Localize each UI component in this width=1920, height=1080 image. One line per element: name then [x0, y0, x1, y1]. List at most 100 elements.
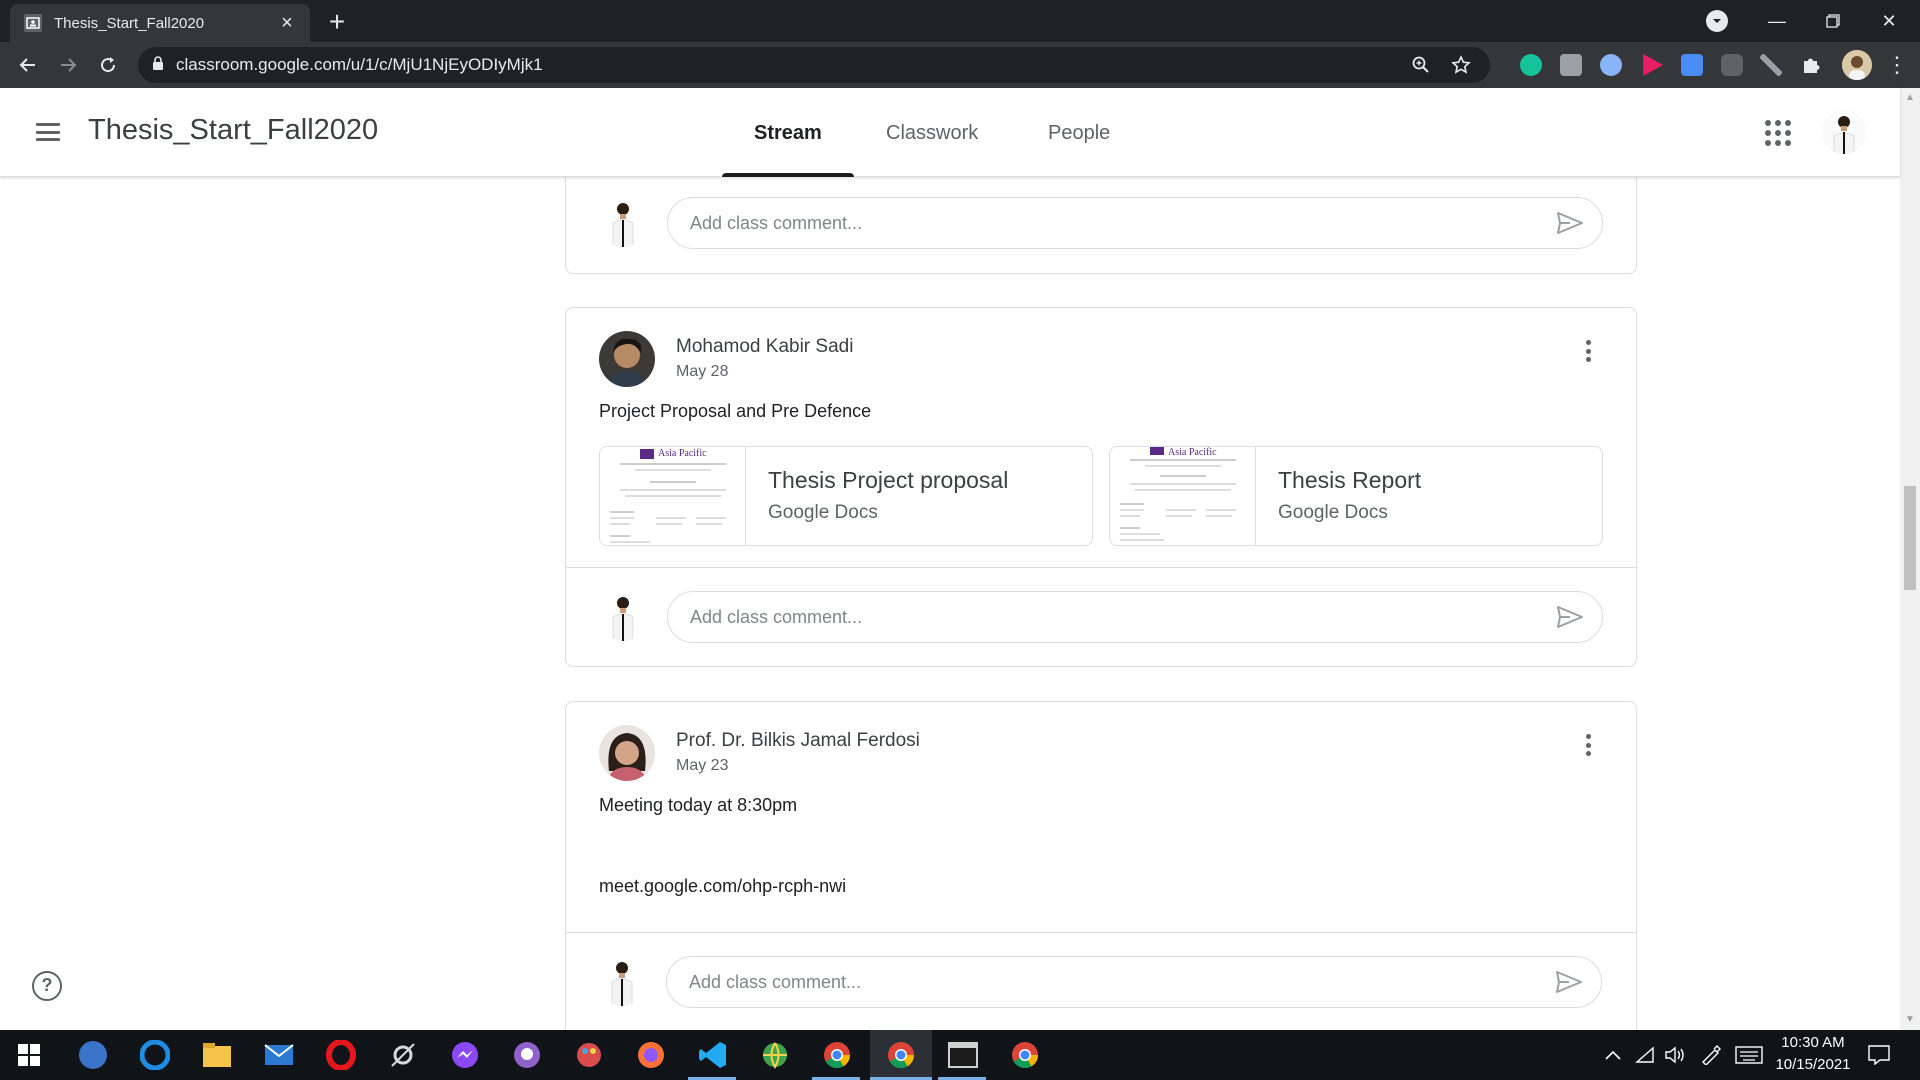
- comment-row: Add class comment...: [565, 932, 1635, 1030]
- pen-ink-icon[interactable]: [1694, 1038, 1728, 1072]
- mail-icon[interactable]: [262, 1038, 296, 1072]
- extensions-puzzle-icon[interactable]: [1800, 54, 1822, 76]
- attachment-title: Thesis Report: [1278, 467, 1422, 493]
- windows-taskbar: 10:30 AM 10/15/2021: [0, 1030, 1920, 1080]
- stream-content: Add class comment... Mohamod Kabir Sadi …: [0, 177, 1900, 1030]
- more-options-icon[interactable]: [1576, 730, 1600, 760]
- paint-app-icon[interactable]: [572, 1038, 606, 1072]
- windows-start-icon[interactable]: [12, 1038, 46, 1072]
- attachment-card[interactable]: Asia Pacific Thesis Project proposal Goo…: [599, 446, 1093, 546]
- clock-date[interactable]: 10/15/2021: [1768, 1056, 1858, 1073]
- opera-icon[interactable]: [324, 1038, 358, 1072]
- browser-tab[interactable]: Thesis_Start_Fall2020 ×: [10, 4, 310, 42]
- volume-icon[interactable]: [1658, 1038, 1692, 1072]
- firefox-icon[interactable]: [634, 1038, 668, 1072]
- zoom-icon[interactable]: [1410, 54, 1432, 76]
- attachment-title: Thesis Project proposal: [768, 467, 1009, 493]
- active-tab-indicator: [722, 173, 854, 177]
- qbittorrent-icon[interactable]: [76, 1038, 110, 1072]
- post-text: Meeting today at 8:30pm: [599, 795, 798, 815]
- back-icon[interactable]: [14, 51, 42, 79]
- meet-link[interactable]: meet.google.com/ohp-rcph-nwi: [599, 876, 846, 897]
- scroll-down-icon[interactable]: ▼: [1904, 1014, 1916, 1026]
- screen-extension-icon[interactable]: [1721, 54, 1743, 76]
- google-apps-icon[interactable]: [1763, 118, 1791, 146]
- chrome-active-icon[interactable]: [884, 1038, 918, 1072]
- messenger-icon[interactable]: [448, 1038, 482, 1072]
- keyboard-icon[interactable]: [1732, 1038, 1766, 1072]
- tab-title: Thesis_Start_Fall2020: [54, 14, 205, 32]
- satellite-app-icon[interactable]: [386, 1038, 420, 1072]
- grammarly-extension-icon[interactable]: [1520, 54, 1542, 76]
- account-avatar[interactable]: [1822, 110, 1866, 154]
- attachment-type: Google Docs: [768, 502, 878, 523]
- play-extension-icon[interactable]: [1643, 54, 1663, 76]
- post-author[interactable]: Mohamod Kabir Sadi: [676, 336, 853, 358]
- classroom-header: Thesis_Start_Fall2020 Stream Classwork P…: [0, 88, 1900, 177]
- terminal-icon[interactable]: [946, 1038, 980, 1072]
- edge-icon[interactable]: [138, 1038, 172, 1072]
- vscode-icon[interactable]: [696, 1038, 730, 1072]
- post-date: May 28: [676, 363, 729, 380]
- tray-expand-icon[interactable]: [1596, 1038, 1630, 1072]
- download-extension-icon[interactable]: [1681, 54, 1703, 76]
- chrome-profile-avatar[interactable]: [1842, 50, 1872, 80]
- commenter-avatar: [598, 958, 646, 1006]
- add-comment-input[interactable]: Add class comment...: [666, 956, 1602, 1008]
- attachment-type: Google Docs: [1278, 502, 1388, 523]
- send-icon[interactable]: [1554, 601, 1586, 633]
- globe-app-icon[interactable]: [758, 1038, 792, 1072]
- file-explorer-icon[interactable]: [200, 1038, 234, 1072]
- add-comment-input[interactable]: Add class comment...: [667, 591, 1603, 643]
- post-card-previous: Add class comment...: [565, 177, 1637, 274]
- post-text: Project Proposal and Pre Defence: [599, 401, 872, 421]
- new-tab-button[interactable]: +: [322, 8, 352, 38]
- restore-icon[interactable]: [1810, 6, 1856, 36]
- browser-toolbar: classroom.google.com/u/1/c/MjU1NjEyODIyM…: [0, 42, 1920, 88]
- minimize-icon[interactable]: —: [1754, 6, 1800, 36]
- help-icon[interactable]: ?: [32, 971, 62, 1001]
- notifications-icon[interactable]: [1862, 1038, 1896, 1072]
- comment-placeholder: Add class comment...: [689, 971, 862, 992]
- camera-extension-icon[interactable]: [1560, 54, 1582, 76]
- reload-icon[interactable]: [94, 51, 122, 79]
- classroom-favicon-icon: [24, 14, 42, 32]
- tab-people[interactable]: People: [1048, 122, 1110, 145]
- lock-icon: [152, 55, 164, 75]
- tab-close-icon[interactable]: ×: [276, 12, 298, 35]
- vpn-extension-icon[interactable]: [1600, 54, 1622, 76]
- clock-time[interactable]: 10:30 AM: [1768, 1034, 1858, 1051]
- bookmark-star-icon[interactable]: [1450, 54, 1472, 76]
- address-bar[interactable]: classroom.google.com/u/1/c/MjU1NjEyODIyM…: [138, 47, 1490, 83]
- tab-stream[interactable]: Stream: [754, 122, 822, 145]
- scroll-thumb[interactable]: [1904, 486, 1916, 590]
- main-menu-icon[interactable]: [34, 118, 62, 146]
- thumbnail-brand: Asia Pacific: [658, 448, 707, 459]
- tab-classwork[interactable]: Classwork: [886, 122, 978, 145]
- comment-row: Add class comment...: [566, 567, 1636, 667]
- forward-icon[interactable]: [54, 51, 82, 79]
- send-icon[interactable]: [1554, 207, 1586, 239]
- class-title[interactable]: Thesis_Start_Fall2020: [88, 114, 378, 147]
- attachment-card[interactable]: Asia Pacific Thesis Report Google Docs: [1109, 446, 1603, 546]
- chrome-icon[interactable]: [820, 1038, 854, 1072]
- more-options-icon[interactable]: [1576, 336, 1600, 366]
- post-date: May 23: [676, 757, 729, 774]
- github-desktop-icon[interactable]: [510, 1038, 544, 1072]
- add-comment-input[interactable]: Add class comment...: [667, 197, 1603, 249]
- page-scrollbar[interactable]: ▲ ▼: [1900, 88, 1920, 1030]
- post-author[interactable]: Prof. Dr. Bilkis Jamal Ferdosi: [676, 730, 920, 752]
- close-window-icon[interactable]: ✕: [1866, 6, 1912, 36]
- wifi-icon[interactable]: [1628, 1038, 1662, 1072]
- tab-search-icon[interactable]: [1706, 10, 1728, 32]
- browser-tab-strip: Thesis_Start_Fall2020 × + — ✕: [0, 0, 1920, 42]
- thumbnail-brand: Asia Pacific: [1168, 447, 1217, 458]
- url-text: classroom.google.com/u/1/c/MjU1NjEyODIyM…: [176, 55, 543, 74]
- chrome-canary-icon[interactable]: [1008, 1038, 1042, 1072]
- pen-extension-icon[interactable]: [1760, 54, 1782, 76]
- author-avatar: [599, 725, 655, 781]
- send-icon[interactable]: [1553, 966, 1585, 998]
- chrome-menu-icon[interactable]: ⋮: [1886, 52, 1908, 78]
- comment-row: Add class comment...: [566, 177, 1636, 273]
- scroll-up-icon[interactable]: ▲: [1904, 92, 1916, 104]
